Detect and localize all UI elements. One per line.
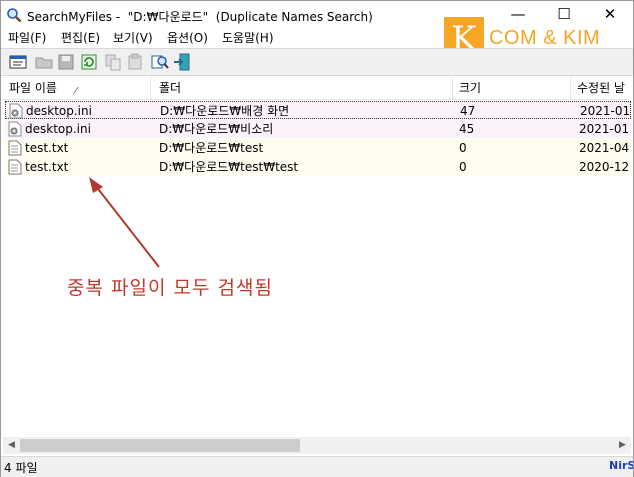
folder-cell: D:₩다운로드₩배경 화면 xyxy=(160,104,290,118)
folder-cell: D:₩다운로드₩비소리 xyxy=(159,122,274,136)
settings-file-icon xyxy=(8,121,22,137)
scroll-left-icon[interactable]: ◀ xyxy=(3,437,20,454)
file-name-cell: test.txt xyxy=(25,160,69,174)
text-file-icon xyxy=(8,140,22,156)
settings-file-icon xyxy=(9,103,23,119)
folder-cell: D:₩다운로드₩test xyxy=(159,141,264,155)
menu-view[interactable]: 보기(V) xyxy=(113,29,153,46)
annotation-arrow xyxy=(89,177,160,268)
file-name-cell: desktop.ini xyxy=(26,104,92,118)
size-cell: 47 xyxy=(460,104,476,118)
properties-icon[interactable] xyxy=(126,53,144,71)
exit-icon[interactable] xyxy=(173,53,191,71)
copy-icon[interactable] xyxy=(104,53,122,71)
status-bar: 4 파일 NirSoft xyxy=(1,456,633,477)
file-name-cell: test.txt xyxy=(25,141,69,155)
size-cell: 0 xyxy=(459,141,467,155)
app-window: SearchMyFiles - "D:₩다운로드" (Duplicate Nam… xyxy=(0,0,634,477)
refresh-icon[interactable] xyxy=(80,53,98,71)
modified-cell: 2020-12-1 xyxy=(579,160,629,174)
brand-logo-text: COM & KIM xyxy=(489,27,601,49)
scrollbar-thumb[interactable] xyxy=(20,439,300,452)
folder-cell: D:₩다운로드₩test₩test xyxy=(159,160,299,174)
list-header: 파일 이름 ⁄ 폴더 크기 수정된 날 xyxy=(3,77,631,100)
modified-cell: 2021-01-1 xyxy=(579,122,629,136)
nirsoft-link[interactable]: NirSoft xyxy=(609,459,633,472)
file-count-status: 4 파일 xyxy=(4,461,38,475)
table-row[interactable]: desktop.ini D:₩다운로드₩비소리 45 2021-01-1 xyxy=(5,120,631,138)
size-cell: 0 xyxy=(459,160,467,174)
window-title: SearchMyFiles - "D:₩다운로드" (Duplicate Nam… xyxy=(27,10,373,24)
modified-cell: 2021-04-1 xyxy=(579,141,629,155)
search-options-icon[interactable] xyxy=(9,53,27,71)
column-header-label: 파일 이름 xyxy=(9,81,57,95)
open-folder-icon[interactable] xyxy=(35,53,53,71)
magnifier-app-icon xyxy=(7,8,22,23)
find-icon[interactable] xyxy=(151,53,169,71)
table-row[interactable]: test.txt D:₩다운로드₩test 0 2021-04-1 xyxy=(5,139,631,157)
column-header-size[interactable]: 크기 xyxy=(453,77,571,99)
scroll-right-icon[interactable]: ▶ xyxy=(614,437,631,454)
save-icon[interactable] xyxy=(57,53,75,71)
column-header-folder[interactable]: 폴더 xyxy=(153,77,453,99)
table-row[interactable]: desktop.ini D:₩다운로드₩배경 화면 47 2021-01- xyxy=(5,101,631,119)
annotation-text: 중복 파일이 모두 검색됨 xyxy=(67,277,273,299)
horizontal-scrollbar[interactable]: ◀ ▶ xyxy=(3,437,631,454)
modified-cell: 2021-01- xyxy=(580,104,630,118)
menu-edit[interactable]: 편집(E) xyxy=(61,29,100,46)
menu-help[interactable]: 도움말(H) xyxy=(222,29,274,46)
sort-ascending-icon: ⁄ xyxy=(75,86,77,97)
file-name-cell: desktop.ini xyxy=(25,122,91,136)
text-file-icon xyxy=(8,159,22,175)
menu-file[interactable]: 파일(F) xyxy=(8,29,46,46)
column-header-modified[interactable]: 수정된 날 xyxy=(571,77,631,99)
menu-options[interactable]: 옵션(O) xyxy=(167,29,208,46)
toolbar xyxy=(1,48,633,76)
column-header-name[interactable]: 파일 이름 ⁄ xyxy=(3,77,151,99)
size-cell: 45 xyxy=(459,122,475,136)
